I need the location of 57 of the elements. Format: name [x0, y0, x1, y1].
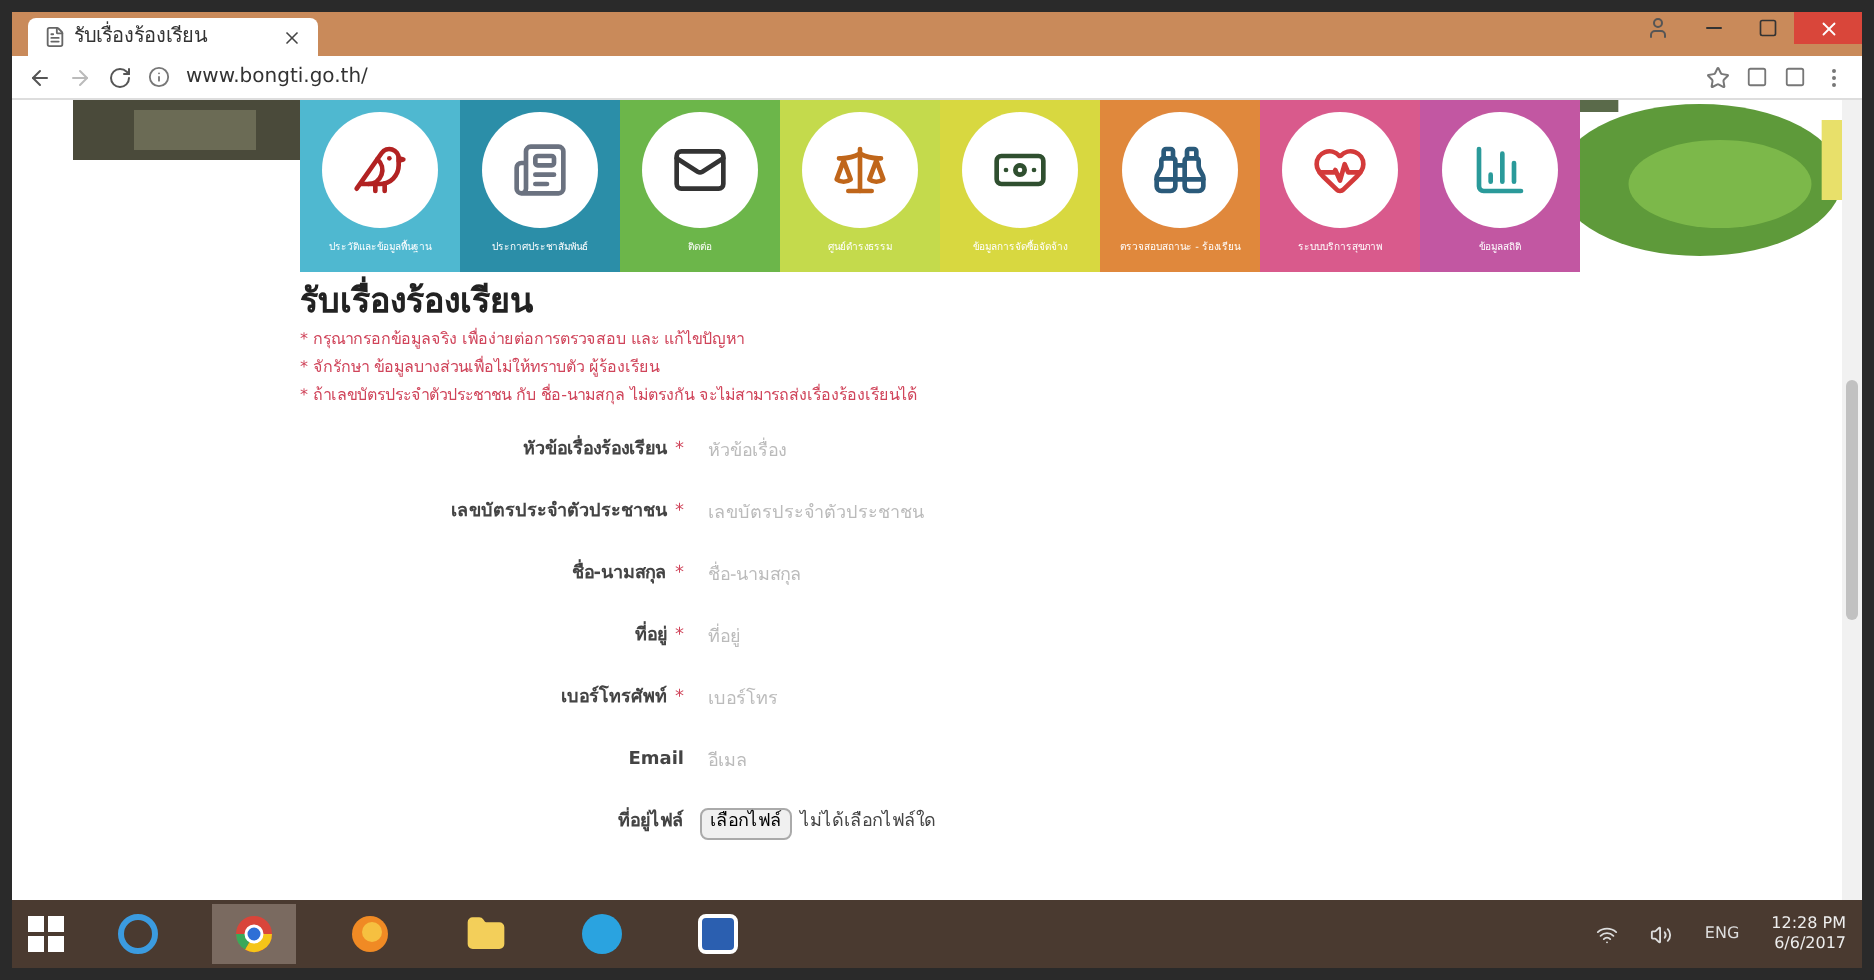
input-field[interactable]: เบอร์โทร [700, 680, 1300, 718]
newspaper-icon [512, 142, 568, 198]
extension-icon[interactable] [1784, 66, 1806, 88]
input-field[interactable]: เลขบัตรประจำตัวประชาชน [700, 494, 1300, 532]
field-label: หัวข้อเรื่องร้องเรียน [523, 437, 667, 464]
note-text: * จักรักษา ข้อมูลบางส่วนเพื่อไม่ให้ทราบตัว ผู้ร้องเรียน [300, 356, 662, 380]
extension-icon[interactable] [1746, 66, 1768, 88]
required-mark: * [675, 499, 684, 526]
back-icon[interactable] [28, 65, 52, 89]
browser-e-icon [118, 914, 158, 954]
bird-icon [352, 142, 408, 198]
choose-file-button[interactable]: เลือกไฟล์ [700, 807, 792, 839]
scales-icon [832, 142, 888, 198]
wifi-icon[interactable] [1596, 923, 1619, 945]
language-indicator[interactable]: ENG [1704, 922, 1740, 946]
maximize-icon[interactable] [1758, 18, 1778, 38]
browser-tab[interactable]: รับเรื่องร้องเรียน [28, 18, 318, 56]
note-text: * กรุณากรอกข้อมูลจริง เพื่อง่ายต่อการตรวจสอบ และ แก้ไขปัญหา [300, 328, 747, 352]
scrollbar[interactable] [1842, 100, 1862, 900]
file-status-text: ไม่ได้เลือกไฟล์ใด [800, 809, 936, 836]
skype-s-icon [582, 914, 622, 954]
input-field[interactable]: ชื่อ-นามสกุล [700, 556, 1300, 594]
bar-chart-icon [1472, 142, 1528, 198]
field-label: ชื่อ-นามสกุล [571, 561, 667, 588]
close-tab-icon[interactable] [282, 27, 302, 47]
reload-icon[interactable] [108, 65, 132, 89]
page-icon [44, 26, 66, 48]
globe-ball-icon [350, 914, 390, 954]
input-field[interactable]: ที่อยู่ [700, 618, 1300, 656]
field-label: เลขบัตรประจำตัวประชาชน [451, 499, 667, 526]
folder-icon [466, 914, 506, 954]
input-field[interactable]: อีเมล [700, 742, 1300, 780]
volume-icon[interactable] [1650, 923, 1673, 945]
field-label: ที่อยู่ [635, 623, 667, 650]
url-field[interactable]: www.bongti.go.th/ [186, 62, 1690, 92]
note-text: * ถ้าเลขบัตรประจำตัวประชาชน กับ ชื่อ-นามสกุล ไม่ตรงกัน จะไม่สามารถส่งเรื่องร้องเรียนได้ [300, 384, 920, 408]
close-icon [1817, 17, 1839, 39]
required-mark: * [675, 561, 684, 588]
required-mark: * [675, 623, 684, 650]
close-button[interactable] [1794, 12, 1862, 44]
windows-logo-icon[interactable] [28, 916, 64, 952]
field-label: ที่อยู่ไฟล์ [618, 809, 684, 836]
clock-date: 6/6/2017 [1774, 934, 1846, 954]
input-field[interactable]: หัวข้อเรื่อง [700, 432, 1300, 470]
taskbar-app[interactable] [212, 904, 296, 964]
info-icon [148, 66, 170, 88]
clock-time: 12:28 PM [1771, 914, 1846, 934]
binoculars-icon [1152, 142, 1208, 198]
page-heading: รับเรื่องร้องเรียน [300, 280, 1842, 324]
document-w-icon [698, 914, 738, 954]
bookmark-star-icon[interactable] [1706, 65, 1730, 89]
browser-circle-icon [234, 914, 274, 954]
field-label: เบอร์โทรศัพท์ [561, 685, 667, 712]
field-label: Email [628, 747, 684, 774]
required-mark: * [675, 685, 684, 712]
required-mark: * [675, 437, 684, 464]
profile-icon[interactable] [1646, 16, 1670, 40]
